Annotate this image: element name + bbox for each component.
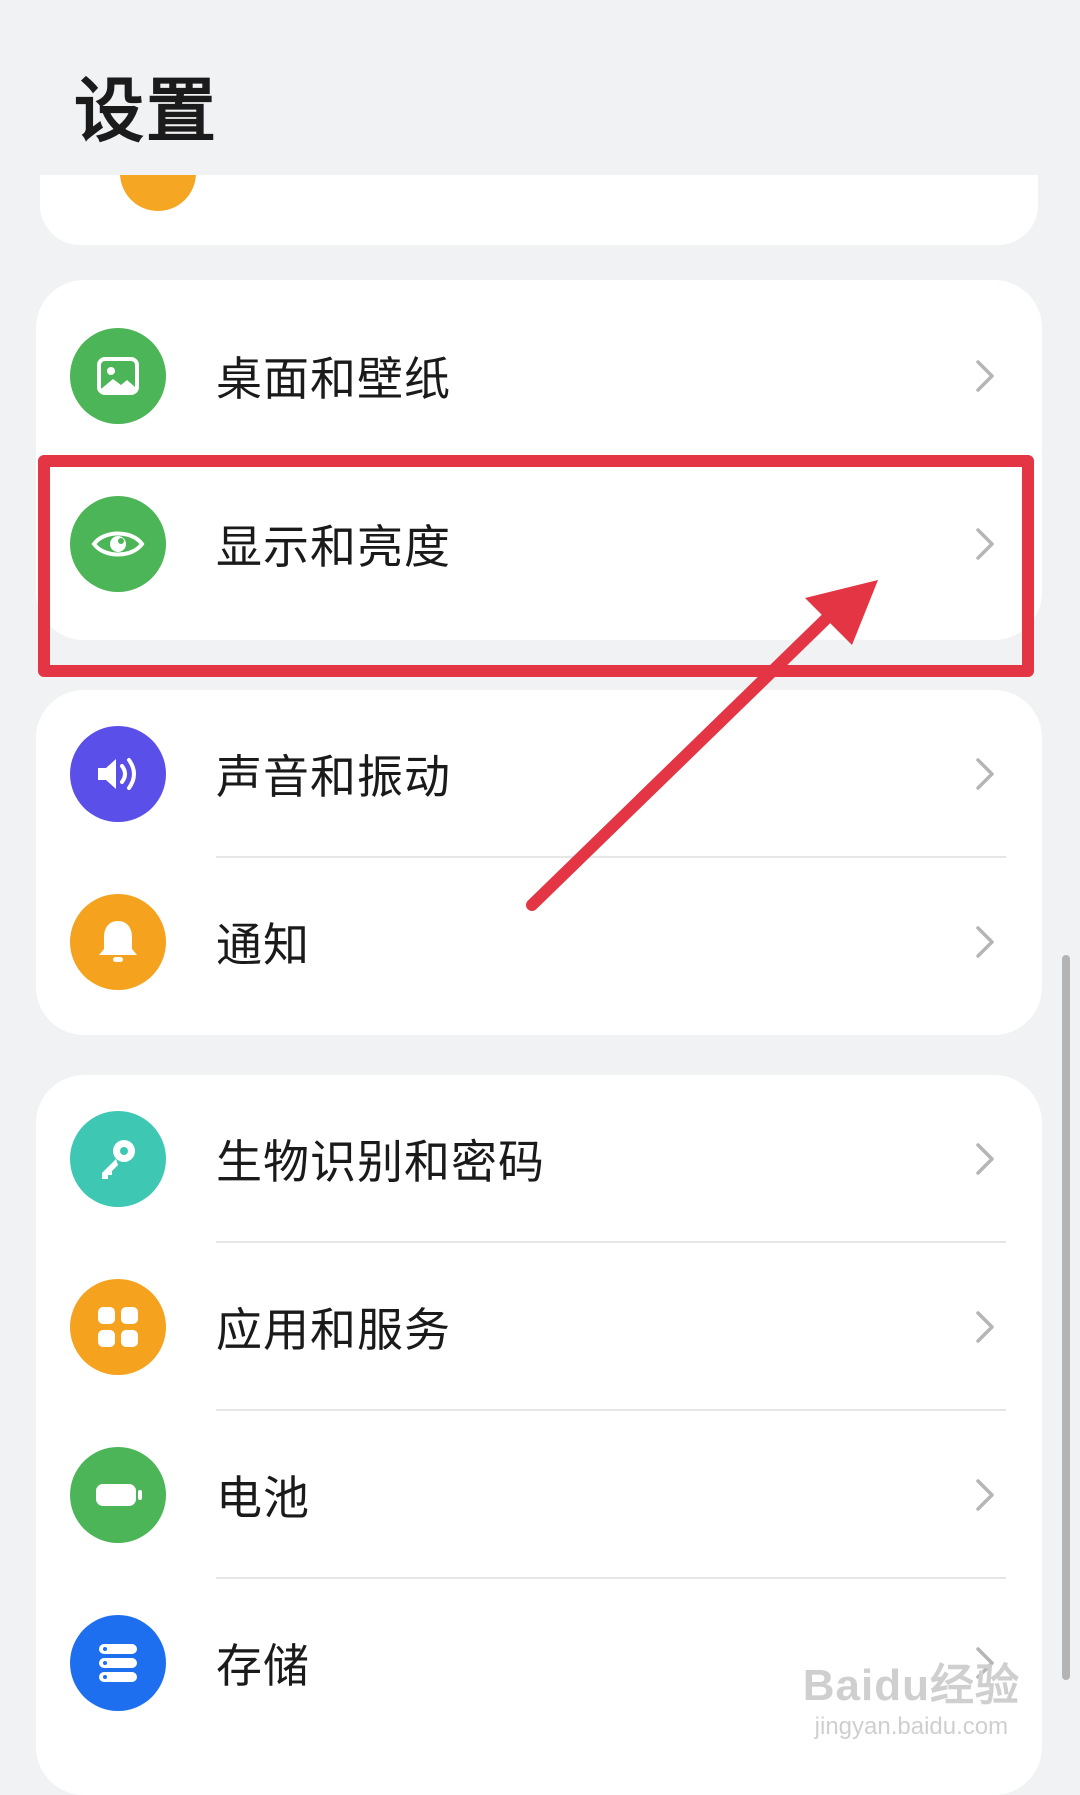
scrollbar[interactable] — [1062, 955, 1070, 1680]
settings-card-sound: 声音和振动 通知 — [36, 690, 1042, 1035]
chevron-right-icon — [976, 1143, 994, 1175]
partial-card-top — [40, 175, 1038, 245]
settings-item-label: 桌面和壁纸 — [216, 352, 451, 406]
settings-item-label: 通知 — [216, 918, 310, 972]
chevron-right-icon — [976, 1479, 994, 1511]
watermark: Baidu经验 jingyan.baidu.com — [803, 1649, 1020, 1741]
watermark-sub: jingyan.baidu.com — [814, 1713, 1009, 1740]
watermark-main: Baidu经验 — [802, 1661, 1020, 1710]
bell-icon — [70, 894, 166, 990]
settings-item-label: 生物识别和密码 — [216, 1135, 545, 1189]
wallpaper-icon — [70, 328, 166, 424]
annotation-highlight-box — [38, 455, 1034, 677]
settings-item-label: 电池 — [216, 1471, 310, 1525]
chevron-right-icon — [976, 758, 994, 790]
settings-item-label: 存储 — [216, 1639, 310, 1693]
settings-item-biometrics-password[interactable]: 生物识别和密码 — [36, 1075, 1042, 1243]
battery-icon — [70, 1447, 166, 1543]
settings-item-label: 应用和服务 — [216, 1303, 451, 1357]
storage-icon — [70, 1615, 166, 1711]
settings-item-notifications[interactable]: 通知 — [36, 858, 1042, 1026]
chevron-right-icon — [976, 1311, 994, 1343]
chevron-right-icon — [976, 926, 994, 958]
settings-item-apps-services[interactable]: 应用和服务 — [36, 1243, 1042, 1411]
page-title: 设置 — [74, 70, 218, 152]
partial-item-icon — [120, 175, 196, 211]
chevron-right-icon — [976, 360, 994, 392]
key-icon — [70, 1111, 166, 1207]
speaker-icon — [70, 726, 166, 822]
settings-item-sound-vibration[interactable]: 声音和振动 — [36, 690, 1042, 858]
settings-item-wallpaper[interactable]: 桌面和壁纸 — [36, 292, 1042, 460]
apps-icon — [70, 1279, 166, 1375]
settings-item-label: 声音和振动 — [216, 750, 451, 804]
settings-item-battery[interactable]: 电池 — [36, 1411, 1042, 1579]
